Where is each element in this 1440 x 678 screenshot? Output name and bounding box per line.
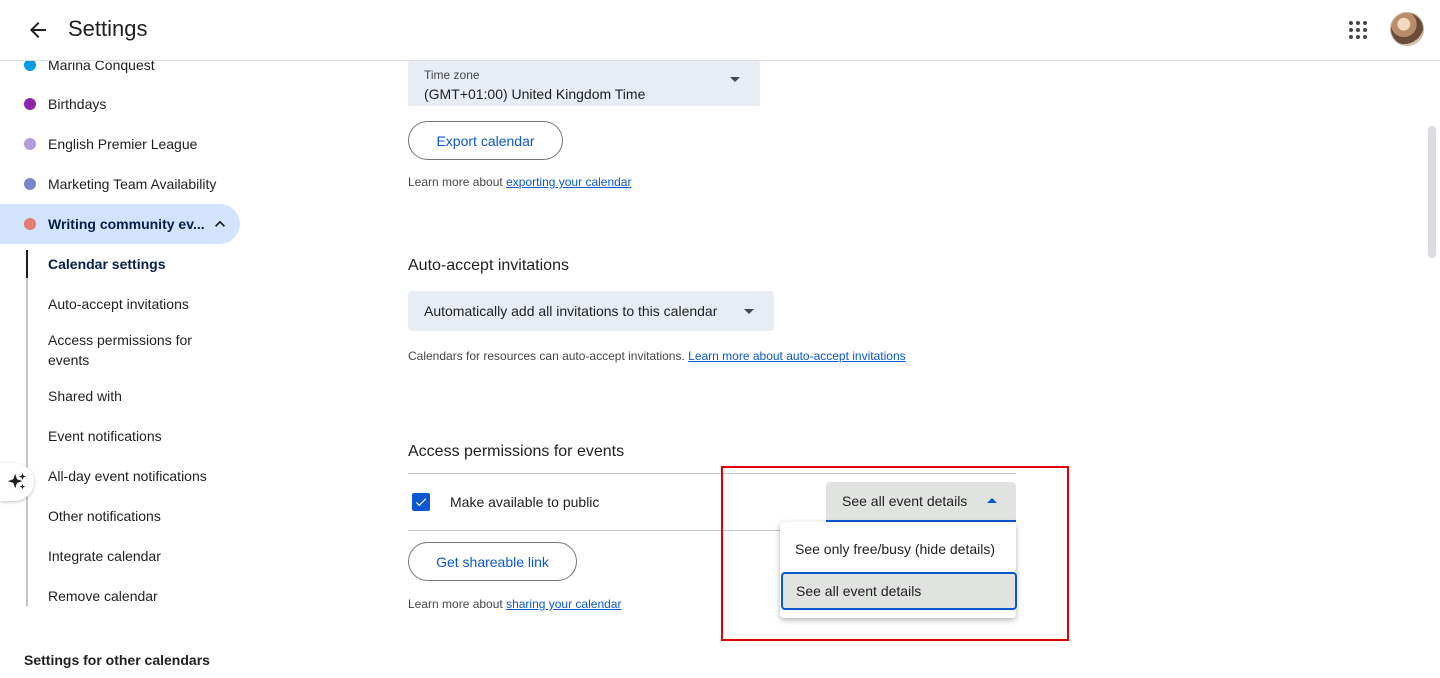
subnav-access-permissions[interactable]: Access permissions for events (48, 330, 228, 370)
back-button[interactable] (20, 12, 56, 48)
google-apps-button[interactable] (1340, 12, 1376, 48)
timezone-select[interactable]: Time zone (GMT+01:00) United Kingdom Tim… (408, 60, 760, 106)
chevron-up-icon[interactable] (210, 214, 230, 234)
auto-accept-select[interactable]: Automatically add all invitations to thi… (408, 291, 774, 331)
subnav-auto-accept-invitations[interactable]: Auto-accept invitations (48, 294, 228, 314)
calendar-label: Birthdays (48, 96, 107, 112)
subnav-active-indicator (26, 250, 28, 278)
calendar-color-dot (24, 218, 36, 230)
permission-options-menu: See only free/busy (hide details) See al… (780, 522, 1017, 618)
caret-down-icon (744, 309, 754, 314)
auto-accept-value: Automatically add all invitations to thi… (424, 303, 718, 319)
make-public-label: Make available to public (450, 494, 600, 510)
app-header: Settings (0, 0, 1440, 61)
option-label: See only free/busy (hide details) (795, 541, 995, 557)
auto-accept-help-link[interactable]: Learn more about auto-accept invitations (688, 349, 905, 363)
caret-up-icon (987, 498, 997, 503)
get-shareable-link-button[interactable]: Get shareable link (408, 542, 577, 581)
calendar-color-dot (24, 178, 36, 190)
settings-other-calendars-heading[interactable]: Settings for other calendars (24, 652, 210, 668)
option-all-event-details[interactable]: See all event details (781, 572, 1017, 610)
user-avatar[interactable] (1390, 12, 1424, 46)
option-label: See all event details (796, 583, 922, 599)
subnav-shared-with[interactable]: Shared with (48, 386, 228, 406)
event-details-permission-select[interactable]: See all event details (826, 482, 1016, 522)
subnav-event-notifications[interactable]: Event notifications (48, 426, 228, 446)
page-title: Settings (68, 16, 148, 41)
subnav-track (26, 250, 28, 606)
arrow-left-icon (30, 22, 46, 38)
calendar-color-dot (24, 98, 36, 110)
sharing-help-text: Learn more about sharing your calendar (408, 597, 621, 611)
auto-accept-help-text: Calendars for resources can auto-accept … (408, 349, 906, 363)
sharing-help-link[interactable]: sharing your calendar (506, 597, 621, 611)
grid-apps-icon (1349, 21, 1367, 39)
calendar-color-dot (24, 138, 36, 150)
sidebar-calendar-marketing-team[interactable]: Marketing Team Availability (0, 164, 240, 204)
subnav-remove-calendar[interactable]: Remove calendar (48, 586, 228, 606)
subnav-calendar-settings[interactable]: Calendar settings (48, 254, 228, 274)
timezone-value: (GMT+01:00) United Kingdom Time (424, 86, 646, 102)
caret-down-icon (730, 77, 740, 82)
calendar-label: English Premier League (48, 136, 198, 152)
checkmark-icon (415, 498, 427, 507)
subnav-integrate-calendar[interactable]: Integrate calendar (48, 546, 228, 566)
section-divider (408, 473, 1016, 474)
calendar-label: Writing community ev... (48, 216, 205, 232)
help-prefix: Calendars for resources can auto-accept … (408, 349, 689, 363)
make-public-checkbox[interactable] (412, 493, 430, 511)
export-help-text: Learn more about exporting your calendar (408, 175, 631, 189)
help-prefix: Learn more about (408, 597, 507, 611)
settings-sidebar: Marina Conquest Birthdays English Premie… (0, 57, 260, 678)
access-permissions-section-title: Access permissions for events (408, 443, 625, 460)
permission-select-value: See all event details (842, 493, 968, 509)
sparkle-icon (7, 472, 27, 490)
sidebar-calendar-english-premier-league[interactable]: English Premier League (0, 124, 240, 164)
help-prefix: Learn more about (408, 175, 507, 189)
timezone-label: Time zone (424, 68, 480, 82)
option-free-busy[interactable]: See only free/busy (hide details) (780, 530, 1016, 568)
export-calendar-button[interactable]: Export calendar (408, 121, 563, 160)
export-help-link[interactable]: exporting your calendar (506, 175, 631, 189)
subnav-other-notifications[interactable]: Other notifications (48, 506, 228, 526)
sidebar-calendar-birthdays[interactable]: Birthdays (0, 84, 240, 124)
calendar-label: Marketing Team Availability (48, 176, 217, 192)
auto-accept-section-title: Auto-accept invitations (408, 257, 569, 274)
subnav-all-day-notifications[interactable]: All-day event notifications (48, 466, 228, 486)
page-scrollbar[interactable] (1428, 126, 1436, 258)
sidebar-calendar-writing-community[interactable]: Writing community ev... (0, 204, 240, 244)
section-divider (408, 530, 780, 531)
